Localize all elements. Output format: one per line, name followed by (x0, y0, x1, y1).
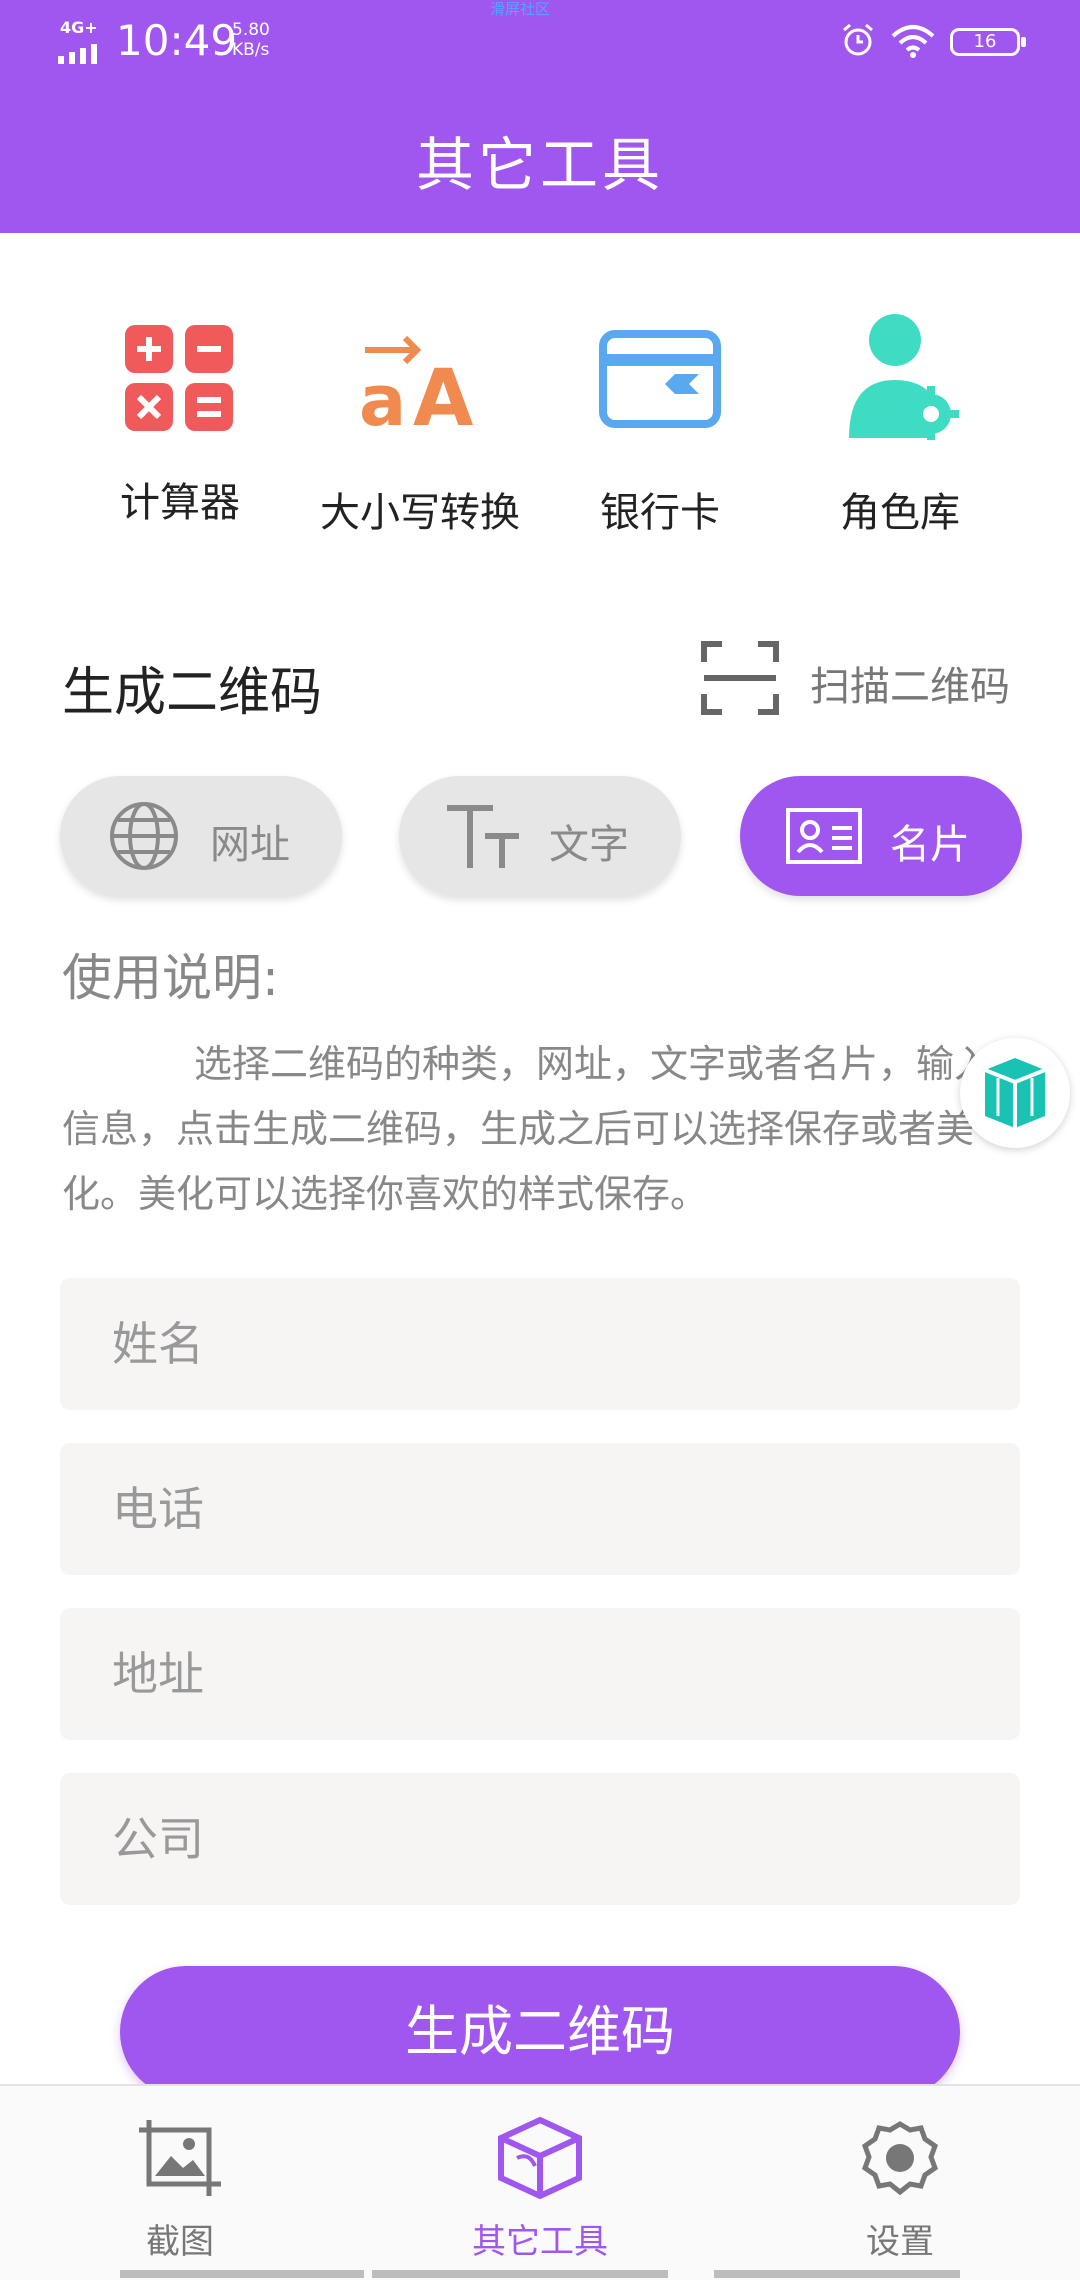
tool-label: 大小写转换 (320, 490, 520, 536)
mode-text-button[interactable]: 文字 (399, 776, 681, 896)
phone-field-container (60, 1443, 1020, 1575)
network-speed: 5.80 KB/s (232, 20, 270, 60)
screenshot-icon (139, 2120, 221, 2196)
top-tiny-text: 滑屏社区 (490, 0, 551, 18)
speed-unit: KB/s (232, 40, 270, 60)
network-indicator: 4G+ (58, 18, 108, 64)
generate-qr-button[interactable]: 生成二维码 (120, 1966, 960, 2098)
status-time: 10:49 (116, 16, 238, 65)
name-input[interactable] (60, 1278, 1020, 1410)
tool-label: 计算器 (120, 480, 240, 526)
nav-settings[interactable]: 设置 (800, 2116, 1000, 2266)
mode-url-button[interactable]: 网址 (60, 776, 342, 896)
svg-text:A: A (413, 354, 473, 440)
tool-label: 银行卡 (600, 490, 720, 536)
alarm-icon (843, 23, 873, 56)
nav-screenshot[interactable]: 截图 (80, 2116, 280, 2266)
scan-label: 扫描二维码 (810, 664, 1010, 710)
mode-label: 网址 (210, 822, 290, 868)
floating-assistant-button[interactable] (960, 1038, 1070, 1148)
tool-bank-card[interactable]: 银行卡 (540, 310, 780, 550)
nav-label: 设置 (866, 2222, 934, 2262)
tool-label: 角色库 (840, 490, 960, 536)
scan-qr-button[interactable]: 扫描二维码 (700, 636, 1030, 716)
app-header: 4G+ 10:49 5.80 KB/s 滑屏社区 16 其它工具 (0, 0, 1080, 233)
mode-label: 名片 (890, 822, 970, 868)
tools-box-icon (498, 2116, 582, 2200)
nav-other-tools[interactable]: 其它工具 (440, 2116, 640, 2266)
qr-section-title: 生成二维码 (62, 663, 323, 723)
page-title: 其它工具 (415, 131, 664, 199)
signal-icon (58, 44, 97, 64)
business-card-icon (786, 808, 862, 864)
mode-business-card-button[interactable]: 名片 (740, 776, 1022, 896)
name-field-container (60, 1278, 1020, 1410)
globe-icon (110, 802, 178, 870)
address-field-container (60, 1608, 1020, 1740)
mode-label: 文字 (549, 822, 629, 868)
instructions-body: 选择二维码的种类，网址，文字或者名片，输入信息，点击生成二维码，生成之后可以选择… (62, 1042, 993, 1216)
tool-case-convert[interactable]: a A 大小写转换 (300, 310, 540, 550)
scan-icon (701, 641, 779, 715)
tool-calculator[interactable]: 计算器 (60, 310, 300, 550)
instructions-title: 使用说明: (62, 949, 279, 1007)
system-gesture-bar (0, 2270, 1080, 2280)
gear-icon (861, 2121, 939, 2196)
svg-text:a: a (359, 360, 406, 440)
bank-card-icon (599, 330, 721, 428)
role-library-icon (849, 314, 959, 440)
battery-indicator: 16 (950, 28, 1026, 56)
speed-value: 5.80 (232, 20, 270, 40)
status-bar: 4G+ 10:49 5.80 KB/s 滑屏社区 16 (0, 0, 1080, 84)
nav-label: 其它工具 (472, 2222, 608, 2262)
tools-grid: 计算器 a A 大小写转换 银行卡 角色库 (0, 310, 1080, 550)
cube-icon (984, 1058, 1046, 1128)
tool-role-library[interactable]: 角色库 (780, 310, 1020, 550)
wifi-icon (891, 25, 935, 58)
bottom-navigation: 截图 其它工具 设置 (0, 2084, 1080, 2280)
company-input[interactable] (60, 1773, 1020, 1905)
calculator-icon (125, 325, 233, 431)
case-convert-icon: a A (359, 335, 473, 440)
nav-label: 截图 (146, 2222, 214, 2262)
network-type: 4G+ (60, 18, 98, 37)
phone-input[interactable] (60, 1443, 1020, 1575)
text-icon (447, 805, 519, 868)
address-input[interactable] (60, 1608, 1020, 1740)
company-field-container (60, 1773, 1020, 1905)
